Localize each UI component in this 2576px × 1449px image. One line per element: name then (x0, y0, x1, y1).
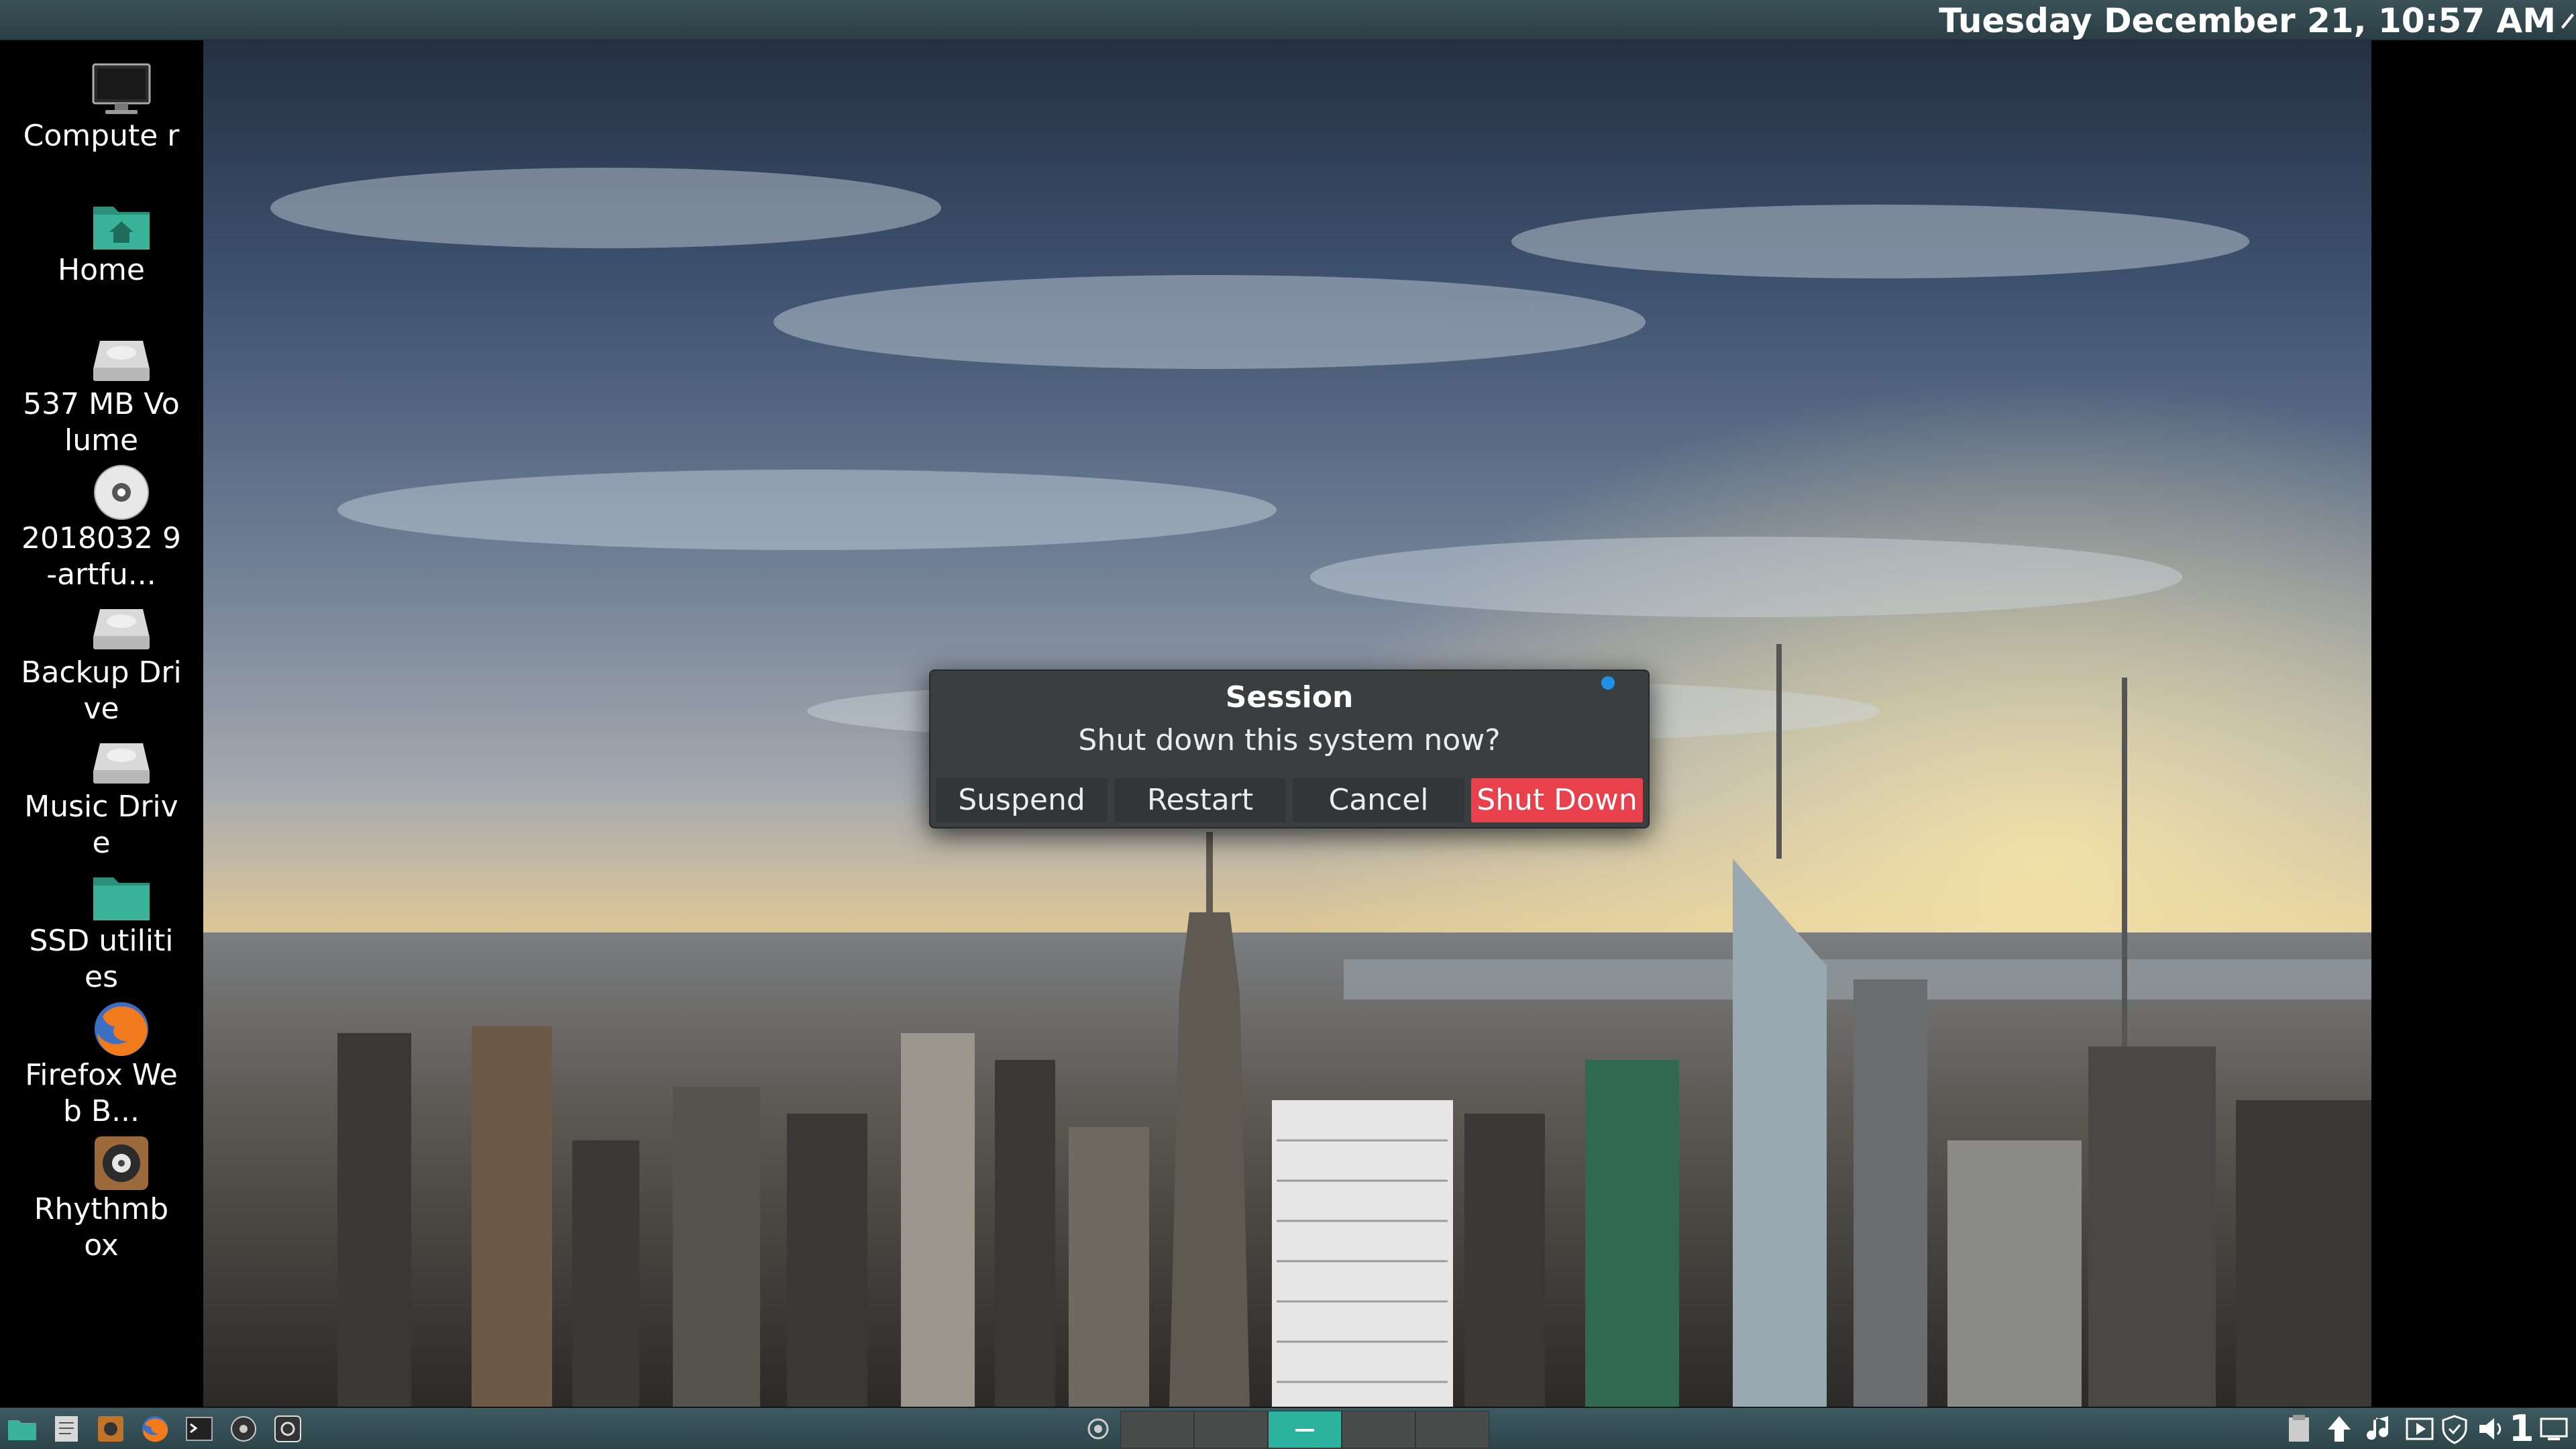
right-margin (2371, 40, 2576, 1407)
cancel-button[interactable]: Cancel (1293, 778, 1464, 822)
bottom-panel: 1 (0, 1407, 2576, 1449)
desktop-icon-area: Compute r Home 537 MB Volume 2018032 9-a… (0, 40, 203, 1407)
desktop-icon-label: 537 MB Volume (23, 387, 180, 458)
desktop-icon-computer[interactable]: Compute r (0, 47, 203, 181)
home-folder-icon (93, 207, 150, 250)
desktop-icon-label: Music Drive (24, 790, 178, 860)
music-note-icon[interactable] (2364, 1413, 2395, 1444)
desktop-icon-label: Compute r (23, 119, 180, 153)
shut-down-button[interactable]: Shut Down (1471, 778, 1643, 822)
desktop-icon-537mb-volume[interactable]: 537 MB Volume (0, 315, 203, 458)
workspace-number[interactable]: 1 (2509, 1409, 2534, 1448)
clock[interactable]: Tuesday December 21, 10:57 AM (1939, 3, 2556, 39)
active-window-indicator (1295, 1429, 1314, 1432)
terminal-icon[interactable] (184, 1413, 215, 1444)
disc-icon[interactable] (228, 1413, 259, 1444)
suspend-button[interactable]: Suspend (936, 778, 1108, 822)
dialog-title: Session (1225, 680, 1354, 714)
restart-button[interactable]: Restart (1114, 778, 1286, 822)
desktop-icon-label: Backup Drive (21, 655, 182, 726)
clipboard-icon[interactable] (2284, 1413, 2314, 1444)
text-editor-icon[interactable] (51, 1413, 82, 1444)
workspace-3-active[interactable] (1268, 1411, 1342, 1448)
firefox-icon[interactable] (140, 1413, 170, 1444)
desktop-icon-label: SSD utilities (29, 924, 174, 994)
pen-icon[interactable] (2559, 9, 2576, 30)
dialog-message: Shut down this system now? (1078, 723, 1501, 757)
camera-icon[interactable] (272, 1413, 303, 1444)
workspace-4[interactable] (1342, 1411, 1415, 1448)
desktop-icon-firefox[interactable]: Firefox Web B... (0, 986, 203, 1128)
disk-utility-icon[interactable] (95, 1413, 126, 1444)
drive-icon (93, 743, 150, 784)
shield-icon[interactable] (2439, 1413, 2470, 1444)
workspace-1[interactable] (1120, 1411, 1194, 1448)
notification-dot-icon (1601, 676, 1615, 690)
dialog-button-row: Suspend Restart Cancel Shut Down (936, 778, 1643, 822)
optical-disc-icon (94, 465, 149, 520)
desktop-icon-rhythmbox[interactable]: Rhythmb ox (0, 1120, 203, 1263)
drive-icon (93, 609, 150, 649)
desktop-icon-label: Rhythmb ox (34, 1192, 169, 1263)
rhythmbox-icon (95, 1136, 148, 1190)
desktop-icon-home[interactable]: Home (0, 181, 203, 315)
desktop-icon-backup-drive[interactable]: Backup Drive (0, 584, 203, 726)
media-player-icon[interactable] (2404, 1413, 2435, 1444)
desktop-icon-music-drive[interactable]: Music Drive (0, 718, 203, 860)
file-manager-icon[interactable] (7, 1413, 38, 1444)
top-panel: Tuesday December 21, 10:57 AM (0, 0, 2576, 40)
session-dialog: Session Shut down this system now? Suspe… (929, 669, 1650, 828)
upload-arrow-icon[interactable] (2324, 1413, 2355, 1444)
desktop-screen: Tuesday December 21, 10:57 AM Compute r … (0, 0, 2576, 1449)
desktop-icon-ssd-utilities[interactable]: SSD utilities (0, 852, 203, 994)
firefox-icon (95, 1002, 148, 1057)
volume-icon[interactable] (2475, 1413, 2506, 1444)
desktop-icon-label: Home (58, 253, 145, 287)
network-icon[interactable] (1083, 1413, 1114, 1444)
desktop-icon-optical-disc[interactable]: 2018032 9-artfu... (0, 449, 203, 592)
desktop-icon-label: 2018032 9-artfu... (21, 521, 181, 592)
drive-icon (93, 341, 150, 381)
computer-icon (92, 63, 151, 114)
workspace-5[interactable] (1415, 1411, 1489, 1448)
desktop-icon-label: Firefox Web B... (25, 1058, 178, 1128)
folder-icon (93, 877, 150, 920)
workspace-2[interactable] (1194, 1411, 1268, 1448)
show-desktop-icon[interactable] (2538, 1413, 2569, 1444)
